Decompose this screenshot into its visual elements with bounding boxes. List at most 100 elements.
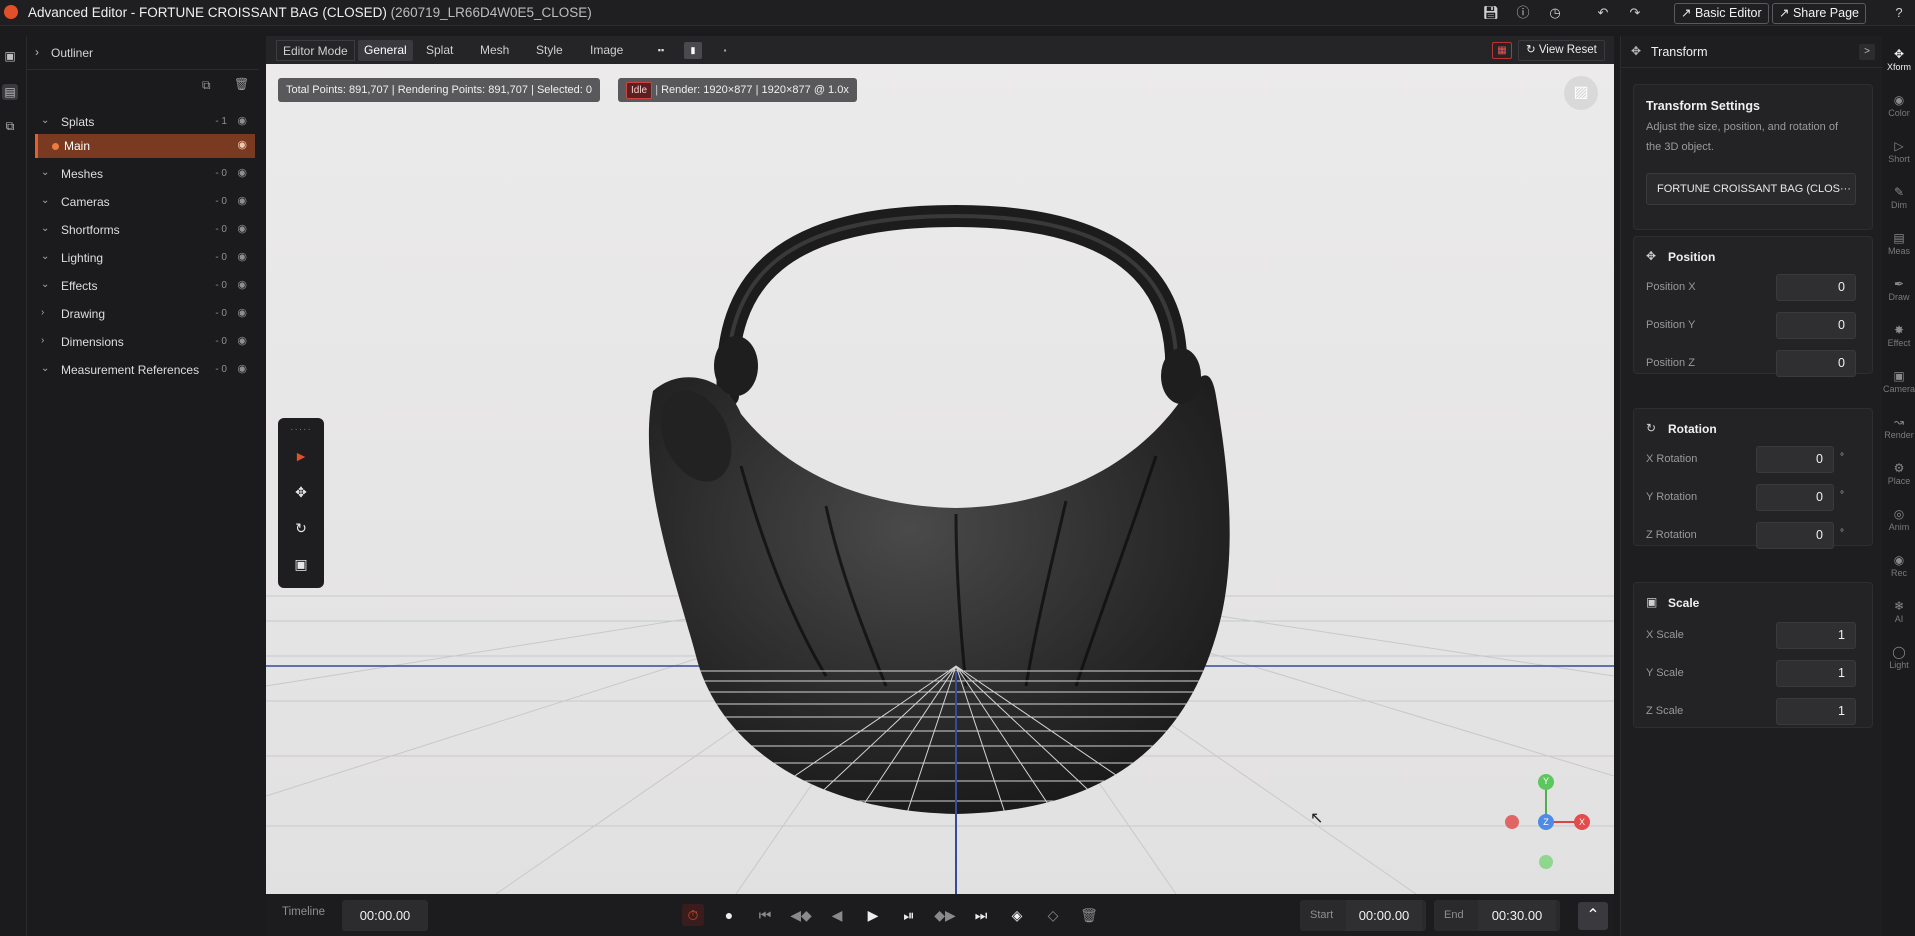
info-icon[interactable]: ⓘ xyxy=(1514,4,1532,22)
next-keyframe-icon[interactable]: ◆▶ xyxy=(934,904,956,926)
rail-effect[interactable]: ✸ Effect xyxy=(1883,322,1915,362)
outliner-group-drawing[interactable]: › Drawing - 0 ◉ xyxy=(35,302,255,326)
z-rotation-input[interactable]: 0 xyxy=(1756,522,1834,549)
rail-render[interactable]: ↝ Render xyxy=(1883,414,1915,454)
degree-unit: ° xyxy=(1840,528,1844,539)
eye-icon[interactable]: ◉ xyxy=(237,334,247,347)
tab-editor-mode[interactable]: Editor Mode xyxy=(276,40,355,61)
start-time-field[interactable]: 00:00.00 xyxy=(1346,900,1422,931)
position-x-input[interactable]: 0 xyxy=(1776,274,1856,301)
keyframe-icon[interactable]: ◇ xyxy=(1042,904,1064,926)
scale-tool-icon[interactable]: ▣ xyxy=(291,554,311,574)
y-scale-input[interactable]: 1 xyxy=(1776,660,1856,687)
help-icon[interactable]: ? xyxy=(1890,4,1908,22)
outliner-item-main[interactable]: Main ◉ xyxy=(35,134,255,158)
z-scale-input[interactable]: 1 xyxy=(1776,698,1856,725)
view-reset-button[interactable]: ↻ View Reset xyxy=(1518,40,1605,61)
rail-rec[interactable]: ◉ Rec xyxy=(1883,552,1915,592)
outliner-group-measurement-references[interactable]: ⌄ Measurement References - 0 ◉ xyxy=(35,358,255,382)
outliner-group-cameras[interactable]: ⌄ Cameras - 0 ◉ xyxy=(35,190,255,214)
rail-dim[interactable]: ✎ Dim xyxy=(1883,184,1915,224)
delete-keyframe-icon[interactable]: 🗑︎ xyxy=(1078,904,1100,926)
y-rotation-input[interactable]: 0 xyxy=(1756,484,1834,511)
move-tool-icon[interactable]: ✥ xyxy=(291,482,311,502)
outliner-header[interactable]: › Outliner xyxy=(27,36,259,70)
camera-icon[interactable]: ▨ xyxy=(1564,76,1598,110)
collapse-panel-icon[interactable]: > xyxy=(1859,44,1875,60)
history-icon[interactable]: ◷ xyxy=(1546,4,1564,22)
rail-xform[interactable]: ✥ Xform xyxy=(1883,46,1915,86)
eye-icon[interactable]: ◉ xyxy=(237,278,247,291)
outliner-group-dimensions[interactable]: › Dimensions - 0 ◉ xyxy=(35,330,255,354)
step-forward-icon[interactable]: ⏯ xyxy=(898,904,920,926)
drag-handle-icon[interactable]: ····· xyxy=(288,424,314,435)
focus-icon[interactable]: ▣ xyxy=(2,48,18,64)
rail-light[interactable]: ◯ Light xyxy=(1883,644,1915,684)
rail-camera[interactable]: ▣ Camera xyxy=(1883,368,1915,408)
layout-split-icon[interactable]: ▮ xyxy=(684,42,702,59)
trash-icon[interactable]: 🗑︎ xyxy=(234,77,249,91)
tab-mesh[interactable]: Mesh xyxy=(474,40,515,61)
eye-icon[interactable]: ◉ xyxy=(237,306,247,319)
save-icon[interactable]: 💾︎ xyxy=(1482,4,1500,22)
tab-style[interactable]: Style xyxy=(530,40,569,61)
duplicate-icon[interactable]: ⧉ xyxy=(202,78,211,93)
undo-icon[interactable]: ↶ xyxy=(1594,4,1612,22)
outliner-group-meshes[interactable]: ⌄ Meshes - 0 ◉ xyxy=(35,162,255,186)
outliner-group-effects[interactable]: ⌄ Effects - 0 ◉ xyxy=(35,274,255,298)
share-page-button[interactable]: ↗ Share Page xyxy=(1772,3,1866,24)
rail-ai[interactable]: ❄ AI xyxy=(1883,598,1915,638)
layers-icon[interactable]: ▤ xyxy=(2,84,18,100)
basic-editor-button[interactable]: ↗ Basic Editor xyxy=(1674,3,1769,24)
eye-icon[interactable]: ◉ xyxy=(237,194,247,207)
3d-viewport[interactable]: Y X Z ↖ Editor Mode General Splat Mesh S… xyxy=(266,36,1614,894)
skip-end-icon[interactable]: ⏭ xyxy=(970,904,992,926)
assets-icon[interactable]: ⧉ xyxy=(2,118,18,134)
grid-toggle-icon[interactable]: ▦ xyxy=(1492,42,1512,59)
gizmo-neg-x[interactable] xyxy=(1505,815,1519,829)
rail-anim[interactable]: ◎ Anim xyxy=(1883,506,1915,546)
eye-icon[interactable]: ◉ xyxy=(237,166,247,179)
skip-start-icon[interactable]: ⏮ xyxy=(754,904,776,926)
layout-quad-icon[interactable]: ▪▪ xyxy=(652,43,670,58)
group-label: Effects xyxy=(61,279,98,293)
expand-timeline-icon[interactable]: ⌃ xyxy=(1578,902,1608,930)
record-icon[interactable]: ● xyxy=(718,904,740,926)
layout-single-icon[interactable]: ▪ xyxy=(716,43,734,58)
rail-color[interactable]: ◉ Color xyxy=(1883,92,1915,132)
add-keyframe-icon[interactable]: ◈ xyxy=(1006,904,1028,926)
timer-icon[interactable]: ⏱ xyxy=(682,904,704,926)
outliner-group-lighting[interactable]: ⌄ Lighting - 0 ◉ xyxy=(35,246,255,270)
outliner-group-splats[interactable]: ⌄ Splats - 1 ◉ xyxy=(35,110,255,134)
end-time-field[interactable]: 00:30.00 xyxy=(1478,900,1556,931)
eye-icon[interactable]: ◉ xyxy=(237,250,247,263)
eye-icon[interactable]: ◉ xyxy=(237,362,247,375)
basic-editor-label: Basic Editor xyxy=(1694,6,1762,20)
play-icon[interactable]: ▶ xyxy=(862,904,884,926)
render-status: Idle | Render: 1920×877 | 1920×877 @ 1.0… xyxy=(618,78,857,102)
rail-place[interactable]: ⚙ Place xyxy=(1883,460,1915,500)
select-tool-icon[interactable]: ► xyxy=(291,446,311,466)
tab-image[interactable]: Image xyxy=(584,40,629,61)
position-y-input[interactable]: 0 xyxy=(1776,312,1856,339)
object-name-field[interactable]: FORTUNE CROISSANT BAG (CLOS··· xyxy=(1646,173,1856,205)
eye-icon[interactable]: ◉ xyxy=(237,138,247,151)
prev-keyframe-icon[interactable]: ◀◆ xyxy=(790,904,812,926)
x-rotation-input[interactable]: 0 xyxy=(1756,446,1834,473)
tab-splat[interactable]: Splat xyxy=(420,40,459,61)
eye-icon[interactable]: ◉ xyxy=(237,222,247,235)
step-back-icon[interactable]: ◀ xyxy=(826,904,848,926)
x-scale-input[interactable]: 1 xyxy=(1776,622,1856,649)
rail-short[interactable]: ▷ Short xyxy=(1883,138,1915,178)
redo-icon[interactable]: ↷ xyxy=(1626,4,1644,22)
position-z-input[interactable]: 0 xyxy=(1776,350,1856,377)
rotate-tool-icon[interactable]: ↻ xyxy=(291,518,311,538)
current-time-field[interactable]: 00:00.00 xyxy=(342,900,428,931)
outliner-group-shortforms[interactable]: ⌄ Shortforms - 0 ◉ xyxy=(35,218,255,242)
eye-icon[interactable]: ◉ xyxy=(237,114,247,127)
tab-general[interactable]: General xyxy=(358,40,413,61)
gizmo-neg-y[interactable] xyxy=(1539,855,1553,869)
scale-card: ▣ Scale X Scale 1 Y Scale 1 Z Scale 1 xyxy=(1633,582,1873,728)
rail-meas[interactable]: ▤ Meas xyxy=(1883,230,1915,270)
rail-draw[interactable]: ✒ Draw xyxy=(1883,276,1915,316)
